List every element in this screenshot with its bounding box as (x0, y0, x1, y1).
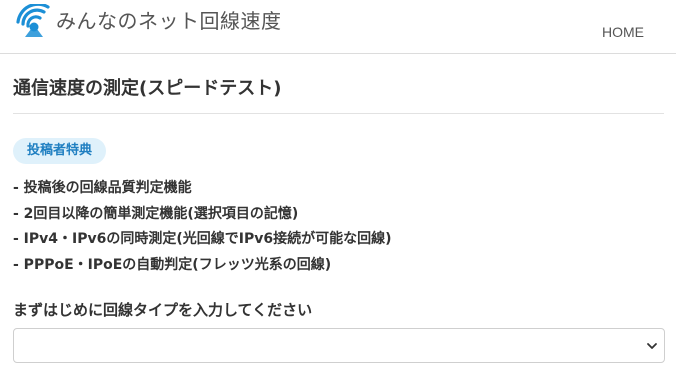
site-name: みんなのネット回線速度 (56, 9, 282, 33)
chevron-down-icon (647, 343, 657, 349)
wifi-antenna-icon (16, 4, 50, 37)
page-title: 通信速度の測定(スピードテスト) (13, 78, 282, 99)
benefit-item: - 投稿後の回線品質判定機能 (13, 180, 192, 196)
line-type-label: まずはじめに回線タイプを入力してください (13, 301, 313, 319)
benefit-item: - IPv4・IPv6の同時測定(光回線でIPv6接続が可能な回線) (13, 231, 392, 247)
contributor-benefits-badge: 投稿者特典 (13, 138, 107, 164)
nav-home-link[interactable]: HOME (602, 24, 644, 40)
line-type-select[interactable] (13, 328, 665, 363)
site-header: みんなのネット回線速度 HOME (0, 0, 676, 54)
benefits-list: - 投稿後の回線品質判定機能 - 2回目以降の簡単測定機能(選択項目の記憶) -… (13, 176, 392, 278)
title-divider (13, 113, 664, 114)
benefit-item: - 2回目以降の簡単測定機能(選択項目の記憶) (13, 205, 299, 222)
site-logo[interactable]: みんなのネット回線速度 (14, 4, 282, 38)
benefit-item: - PPPoE・IPoEの自動判定(フレッツ光系の回線) (13, 256, 332, 273)
